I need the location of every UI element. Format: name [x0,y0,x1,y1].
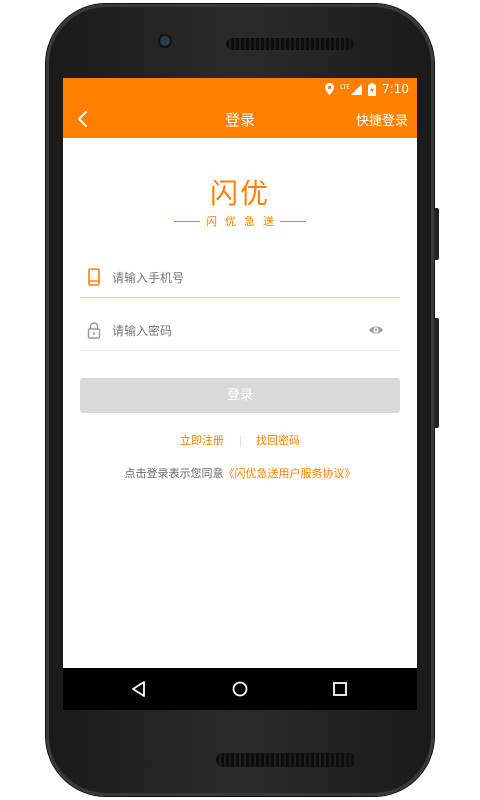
battery-icon [368,82,377,96]
app-bar: 登录 快捷登录 [63,100,417,138]
password-field [80,311,400,351]
password-underline [80,350,400,351]
password-input[interactable] [110,317,364,345]
square-recents-icon[interactable] [330,679,350,699]
brand-slogan: 闪优急送 [63,213,417,229]
phone-input[interactable] [110,264,364,292]
clock-time: 7:10 [382,82,409,96]
phone-underline [80,297,400,298]
earpiece-grille [226,38,354,50]
lock-icon [87,322,101,339]
phone-field [80,258,400,298]
eye-icon[interactable] [368,323,384,337]
power-button [434,208,439,260]
slogan-divider-right [280,220,306,222]
phone-icon [88,268,100,286]
links-divider [239,435,241,447]
brand-logo: 闪优 [209,177,270,210]
circle-home-icon[interactable] [230,679,250,699]
network-indicator: LTE [340,83,363,95]
signal-icon [351,83,363,95]
register-link[interactable]: 立即注册 [180,434,224,447]
front-camera [160,36,170,46]
network-type: LTE [340,83,351,91]
slogan-text: 闪优急送 [206,215,282,228]
status-bar: LTE 7:10 [63,78,417,100]
agreement-link[interactable]: 《闪优急送用户服务协议》 [224,467,356,480]
agreement-notice: 点击登录表示您同意《闪优急送用户服务协议》 [63,465,417,481]
screen: LTE 7:10 登录 快捷登录 闪优 闪优急送 请输入手机号 登录 立即注册 … [63,78,417,710]
agreement-prefix: 点击登录表示您同意 [124,467,224,480]
slogan-divider-left [174,220,200,222]
volume-button [434,318,439,428]
forgot-password-link[interactable]: 找回密码 [256,434,300,447]
triangle-back-icon[interactable] [129,679,149,699]
speaker-grille [216,753,356,767]
location-icon [325,83,335,95]
system-nav-bar [63,668,417,710]
login-button[interactable]: 登录 [80,378,400,413]
auth-links: 立即注册 找回密码 [63,432,417,448]
quick-login-button[interactable]: 快捷登录 [356,110,408,129]
